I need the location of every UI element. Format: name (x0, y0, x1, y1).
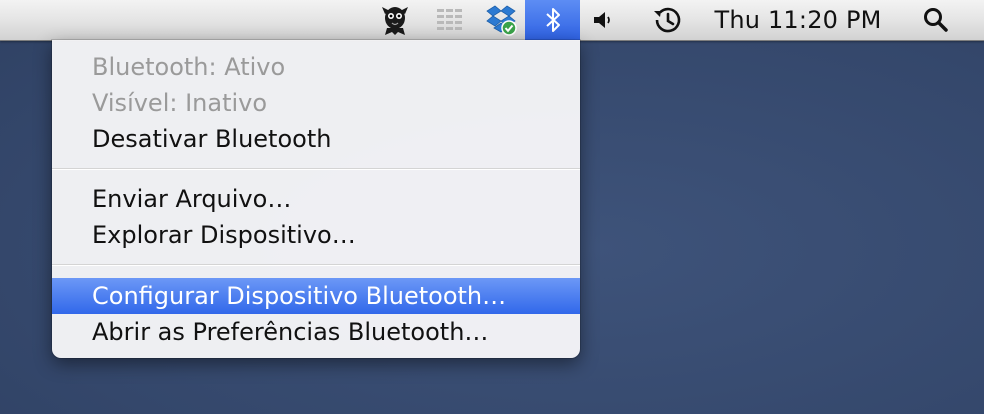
menubar-clock[interactable]: Thu 11:20 PM (700, 0, 896, 40)
bluetooth-icon[interactable] (525, 0, 580, 40)
dropbox-icon[interactable] (483, 0, 521, 40)
disable-bluetooth-item[interactable]: Desativar Bluetooth (52, 121, 580, 157)
browse-device-item[interactable]: Explorar Dispositivo… (52, 217, 580, 253)
send-file-item[interactable]: Enviar Arquivo… (52, 181, 580, 217)
spotlight-search-icon[interactable] (916, 0, 956, 40)
bluetooth-status-item: Bluetooth: Ativo (92, 53, 286, 81)
bluetooth-visibility-item: Visível: Inativo (92, 89, 268, 117)
menu-separator (52, 168, 580, 170)
time-machine-icon[interactable] (647, 0, 687, 40)
setup-bluetooth-device-item[interactable]: Configurar Dispositivo Bluetooth… (52, 278, 580, 314)
grid-icon[interactable] (432, 0, 468, 40)
menu-bar: Thu 11:20 PM (0, 0, 984, 41)
volume-icon[interactable] (588, 0, 620, 40)
creature-app-icon[interactable] (375, 0, 415, 40)
open-bluetooth-preferences-item[interactable]: Abrir as Preferências Bluetooth… (52, 314, 580, 350)
menu-separator (52, 264, 580, 266)
bluetooth-menu: Bluetooth: Ativo Visível: Inativo Desati… (52, 40, 580, 358)
